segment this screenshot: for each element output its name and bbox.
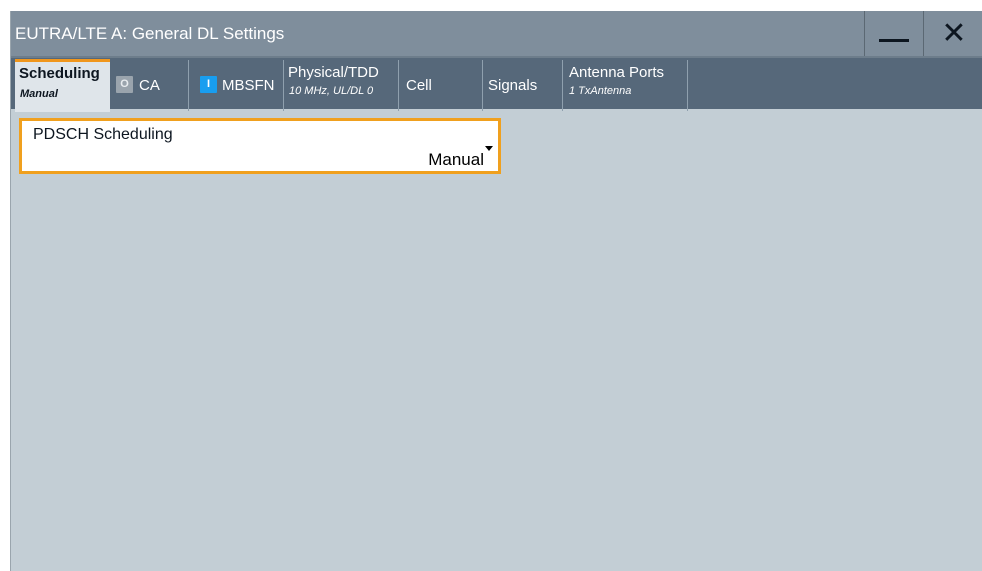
tab-mbsfn[interactable]: I MBSFN	[189, 60, 284, 111]
close-icon: ✕	[941, 15, 967, 51]
close-button[interactable]: ✕	[923, 11, 982, 56]
pdsch-scheduling-label: PDSCH Scheduling	[33, 126, 173, 143]
tab-antenna-ports[interactable]: Antenna Ports 1 TxAntenna	[563, 60, 688, 111]
tab-ca[interactable]: O CA	[110, 60, 189, 111]
window-title: EUTRA/LTE A: General DL Settings	[15, 24, 285, 43]
tab-cell-label: Cell	[406, 77, 432, 94]
mbsfn-on-indicator-icon: I	[200, 76, 217, 93]
tab-bar: Scheduling Manual O CA I MBSFN Physical/…	[11, 56, 982, 112]
general-dl-settings-dialog: EUTRA/LTE A: General DL Settings ✕ Sched…	[10, 11, 982, 571]
tab-scheduling[interactable]: Scheduling Manual	[15, 59, 110, 112]
tab-signals-label: Signals	[488, 77, 538, 94]
tab-physical-tdd[interactable]: Physical/TDD 10 MHz, UL/DL 0	[284, 60, 399, 111]
tab-signals[interactable]: Signals	[483, 60, 563, 111]
tab-mbsfn-label: MBSFN	[222, 77, 275, 94]
dropdown-caret-icon	[485, 146, 493, 151]
pdsch-scheduling-dropdown[interactable]: PDSCH Scheduling Manual	[19, 118, 501, 174]
tab-scheduling-sub: Manual	[20, 88, 58, 100]
ca-off-indicator-icon: O	[116, 76, 133, 93]
tab-antenna-ports-label: Antenna Ports	[569, 64, 665, 81]
tab-physical-tdd-sub: 10 MHz, UL/DL 0	[289, 85, 374, 97]
tab-physical-tdd-label: Physical/TDD	[288, 64, 379, 81]
title-bar: EUTRA/LTE A: General DL Settings ✕	[11, 11, 982, 56]
tab-cell[interactable]: Cell	[399, 60, 483, 111]
tab-antenna-ports-sub: 1 TxAntenna	[569, 85, 632, 97]
tab-ca-label: CA	[139, 77, 160, 94]
minimize-button[interactable]	[864, 11, 923, 56]
pdsch-scheduling-value: Manual	[428, 150, 484, 169]
tab-scheduling-label: Scheduling	[19, 65, 100, 82]
minimize-icon	[879, 39, 909, 42]
